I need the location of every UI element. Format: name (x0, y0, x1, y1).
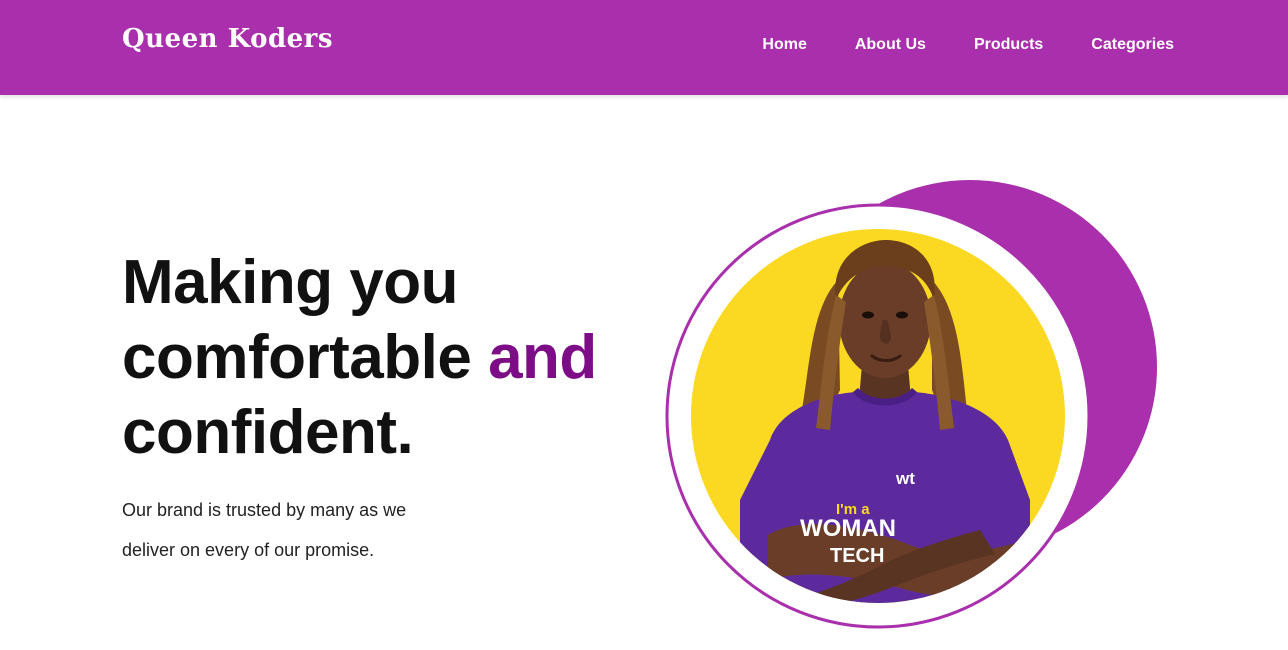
navbar: Queen Koders Home About Us Products Cate… (0, 0, 1288, 95)
shirt-text-line-3: TECH (830, 545, 884, 567)
hero-image-area: wt I'm a WOMAN TECH (650, 170, 1170, 640)
nav-link-about-us[interactable]: About Us (855, 36, 926, 54)
brand-logo[interactable]: Queen Koders (122, 24, 333, 54)
nav-link-categories[interactable]: Categories (1091, 36, 1174, 54)
headline-line-3: confident. (122, 398, 414, 467)
headline-accent-word: and (488, 323, 597, 392)
shirt-text-line-2: WOMAN (800, 515, 896, 542)
nav-menu: Home About Us Products Categories (762, 36, 1174, 54)
headline-line-2: comfortable (122, 323, 472, 392)
tagline-line-2: deliver on every of our promise. (122, 540, 375, 560)
hero-headline: Making you comfortable and confident. (122, 245, 597, 470)
hero-tagline: Our brand is trusted by many as we delive… (122, 490, 482, 570)
headline-line-1: Making you (122, 248, 459, 317)
hero-illustration: wt I'm a WOMAN TECH (665, 180, 1157, 629)
tagline-line-1: Our brand is trusted by many as we (122, 500, 407, 520)
shirt-logo-text: wt (895, 469, 915, 488)
nav-link-home[interactable]: Home (762, 36, 806, 54)
nav-link-products[interactable]: Products (974, 36, 1043, 54)
